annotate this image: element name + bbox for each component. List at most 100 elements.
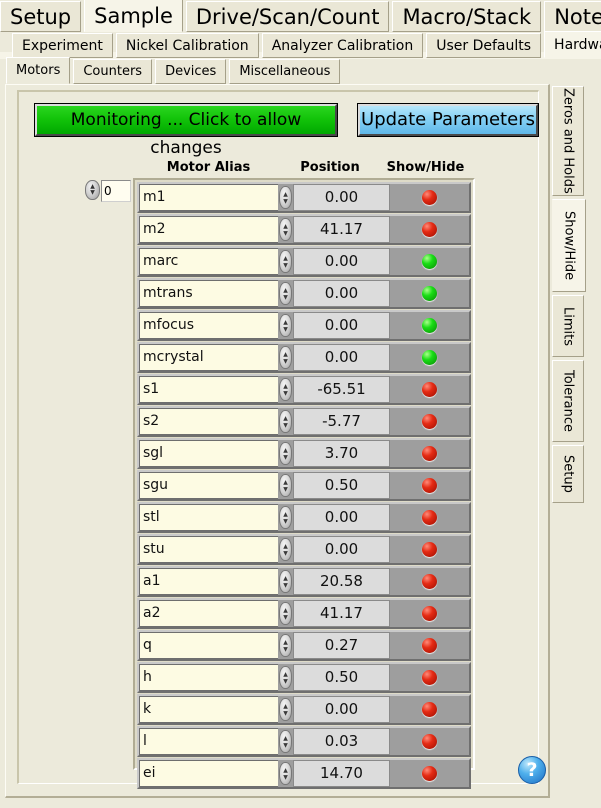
spinner-up-icon[interactable]: ▲ xyxy=(283,767,288,774)
alias-spinner-knob-icon[interactable]: ▲ ▼ xyxy=(279,474,292,497)
spinner-down-icon[interactable]: ▼ xyxy=(283,742,288,749)
alias-spinner-knob-icon[interactable]: ▲ ▼ xyxy=(279,762,292,785)
motor-alias-input[interactable]: marc xyxy=(139,248,278,275)
motor-alias-input[interactable]: l xyxy=(139,728,278,755)
spinner-down-icon[interactable]: ▼ xyxy=(283,646,288,653)
motor-alias-input[interactable]: sgu xyxy=(139,472,278,499)
tab-setup[interactable]: Setup xyxy=(0,1,82,32)
spinner-down-icon[interactable]: ▼ xyxy=(283,518,288,525)
show-hide-led-indicator[interactable] xyxy=(422,254,437,269)
spinner-up-icon[interactable]: ▲ xyxy=(283,575,288,582)
show-hide-led-indicator[interactable] xyxy=(422,638,437,653)
spinner-up-icon[interactable]: ▲ xyxy=(283,511,288,518)
side-tab-show-hide[interactable]: Show/Hide xyxy=(552,199,586,292)
side-tab-tolerance[interactable]: Tolerance xyxy=(552,360,584,442)
tab-counters[interactable]: Counters xyxy=(73,59,153,84)
show-hide-led-indicator[interactable] xyxy=(422,766,437,781)
side-tab-zeros-and-holds[interactable]: Zeros and Holds xyxy=(552,86,584,196)
spinner-down-icon[interactable]: ▼ xyxy=(283,614,288,621)
spinner-down-icon[interactable]: ▼ xyxy=(283,262,288,269)
tab-experiment[interactable]: Experiment xyxy=(12,33,113,58)
spinner-up-icon[interactable]: ▲ xyxy=(283,543,288,550)
tab-devices[interactable]: Devices xyxy=(155,59,227,84)
spinner-down-icon[interactable]: ▼ xyxy=(90,190,95,196)
alias-spinner-knob-icon[interactable]: ▲ ▼ xyxy=(279,666,292,689)
show-hide-led-indicator[interactable] xyxy=(422,190,437,205)
tab-hardware[interactable]: Hardware xyxy=(544,31,601,58)
spinner-up-icon[interactable]: ▲ xyxy=(283,415,288,422)
show-hide-led-indicator[interactable] xyxy=(422,350,437,365)
spinner-up-icon[interactable]: ▲ xyxy=(283,479,288,486)
tab-sample[interactable]: Sample xyxy=(84,0,183,32)
spinner-up-icon[interactable]: ▲ xyxy=(283,447,288,454)
spinner-down-icon[interactable]: ▼ xyxy=(283,358,288,365)
spinner-up-icon[interactable]: ▲ xyxy=(283,703,288,710)
spinner-down-icon[interactable]: ▼ xyxy=(283,454,288,461)
monitoring-toggle-button[interactable]: Monitoring ... Click to allow changes xyxy=(34,103,338,158)
alias-spinner-knob-icon[interactable]: ▲ ▼ xyxy=(279,538,292,561)
motor-alias-input[interactable]: stu xyxy=(139,536,278,563)
motor-alias-input[interactable]: ei xyxy=(139,760,278,787)
spinner-down-icon[interactable]: ▼ xyxy=(283,550,288,557)
spinner-up-icon[interactable]: ▲ xyxy=(283,383,288,390)
show-hide-led-indicator[interactable] xyxy=(422,670,437,685)
spinner-up-icon[interactable]: ▲ xyxy=(283,351,288,358)
alias-spinner-knob-icon[interactable]: ▲ ▼ xyxy=(279,506,292,529)
tab-macro-stack[interactable]: Macro/Stack xyxy=(392,1,542,32)
motor-alias-input[interactable]: m1 xyxy=(139,184,278,211)
show-hide-led-indicator[interactable] xyxy=(422,510,437,525)
show-hide-led-indicator[interactable] xyxy=(422,414,437,429)
show-hide-led-indicator[interactable] xyxy=(422,478,437,493)
alias-spinner-knob-icon[interactable]: ▲ ▼ xyxy=(279,730,292,753)
motor-alias-input[interactable]: mcrystal xyxy=(139,344,278,371)
index-spinner-knob-icon[interactable]: ▲ ▼ xyxy=(85,180,100,200)
motor-alias-input[interactable]: mfocus xyxy=(139,312,278,339)
spinner-up-icon[interactable]: ▲ xyxy=(283,191,288,198)
alias-spinner-knob-icon[interactable]: ▲ ▼ xyxy=(279,698,292,721)
update-parameters-button[interactable]: Update Parameters xyxy=(357,103,539,137)
motor-alias-input[interactable]: mtrans xyxy=(139,280,278,307)
alias-spinner-knob-icon[interactable]: ▲ ▼ xyxy=(279,442,292,465)
show-hide-led-indicator[interactable] xyxy=(422,606,437,621)
alias-spinner-knob-icon[interactable]: ▲ ▼ xyxy=(279,570,292,593)
alias-spinner-knob-icon[interactable]: ▲ ▼ xyxy=(279,346,292,369)
tab-drive-scan-count[interactable]: Drive/Scan/Count xyxy=(185,1,390,32)
tab-nickel-calibration[interactable]: Nickel Calibration xyxy=(115,33,259,58)
spinner-up-icon[interactable]: ▲ xyxy=(283,287,288,294)
spinner-up-icon[interactable]: ▲ xyxy=(283,223,288,230)
motor-alias-input[interactable]: s1 xyxy=(139,376,278,403)
spinner-down-icon[interactable]: ▼ xyxy=(283,422,288,429)
motor-alias-input[interactable]: m2 xyxy=(139,216,278,243)
alias-spinner-knob-icon[interactable]: ▲ ▼ xyxy=(279,410,292,433)
alias-spinner-knob-icon[interactable]: ▲ ▼ xyxy=(279,378,292,401)
alias-spinner-knob-icon[interactable]: ▲ ▼ xyxy=(279,186,292,209)
spinner-up-icon[interactable]: ▲ xyxy=(283,607,288,614)
spinner-up-icon[interactable]: ▲ xyxy=(283,639,288,646)
alias-spinner-knob-icon[interactable]: ▲ ▼ xyxy=(279,314,292,337)
show-hide-led-indicator[interactable] xyxy=(422,446,437,461)
spinner-down-icon[interactable]: ▼ xyxy=(283,710,288,717)
tab-motors[interactable]: Motors xyxy=(6,57,71,84)
show-hide-led-indicator[interactable] xyxy=(422,382,437,397)
tab-miscellaneous[interactable]: Miscellaneous xyxy=(229,59,341,84)
row-index-value[interactable]: 0 xyxy=(101,180,131,202)
spinner-down-icon[interactable]: ▼ xyxy=(283,678,288,685)
spinner-up-icon[interactable]: ▲ xyxy=(283,255,288,262)
spinner-down-icon[interactable]: ▼ xyxy=(283,294,288,301)
tab-notes[interactable]: Notes xyxy=(544,1,601,32)
show-hide-led-indicator[interactable] xyxy=(422,318,437,333)
show-hide-led-indicator[interactable] xyxy=(422,734,437,749)
motor-alias-input[interactable]: k xyxy=(139,696,278,723)
motor-alias-input[interactable]: sgl xyxy=(139,440,278,467)
side-tab-limits[interactable]: Limits xyxy=(552,295,584,357)
motor-alias-input[interactable]: a1 xyxy=(139,568,278,595)
spinner-up-icon[interactable]: ▲ xyxy=(283,671,288,678)
alias-spinner-knob-icon[interactable]: ▲ ▼ xyxy=(279,282,292,305)
spinner-down-icon[interactable]: ▼ xyxy=(283,390,288,397)
spinner-up-icon[interactable]: ▲ xyxy=(283,735,288,742)
side-tab-setup[interactable]: Setup xyxy=(552,445,584,503)
motor-alias-input[interactable]: q xyxy=(139,632,278,659)
alias-spinner-knob-icon[interactable]: ▲ ▼ xyxy=(279,634,292,657)
alias-spinner-knob-icon[interactable]: ▲ ▼ xyxy=(279,250,292,273)
spinner-up-icon[interactable]: ▲ xyxy=(283,319,288,326)
